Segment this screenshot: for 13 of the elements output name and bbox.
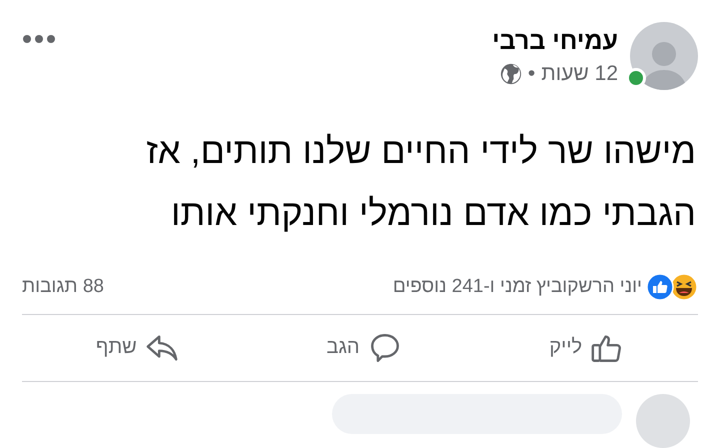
more-options-icon[interactable] [22, 34, 56, 44]
post-time[interactable]: 12 שעות [541, 62, 618, 86]
globe-icon [500, 63, 522, 85]
like-button[interactable]: לייק [541, 326, 632, 369]
author-name[interactable]: עמיחי ברבי [68, 26, 618, 56]
comment-button[interactable]: הגב [318, 326, 410, 369]
laughing-emoji-icon [670, 272, 698, 301]
reactions-summary[interactable]: יוני הרשקוביץ זמני ו-241 נוספים [392, 276, 642, 298]
share-button[interactable]: שתף [88, 326, 187, 369]
like-reaction-icon [646, 272, 674, 301]
comments-count[interactable]: 88 תגובות [22, 276, 104, 298]
separator-dot: • [528, 62, 536, 86]
post-text: מישהו שר לידי החיים שלנו תותים, אז הגבתי כמו אדם נורמלי וחנקתי אותו [145, 129, 697, 235]
